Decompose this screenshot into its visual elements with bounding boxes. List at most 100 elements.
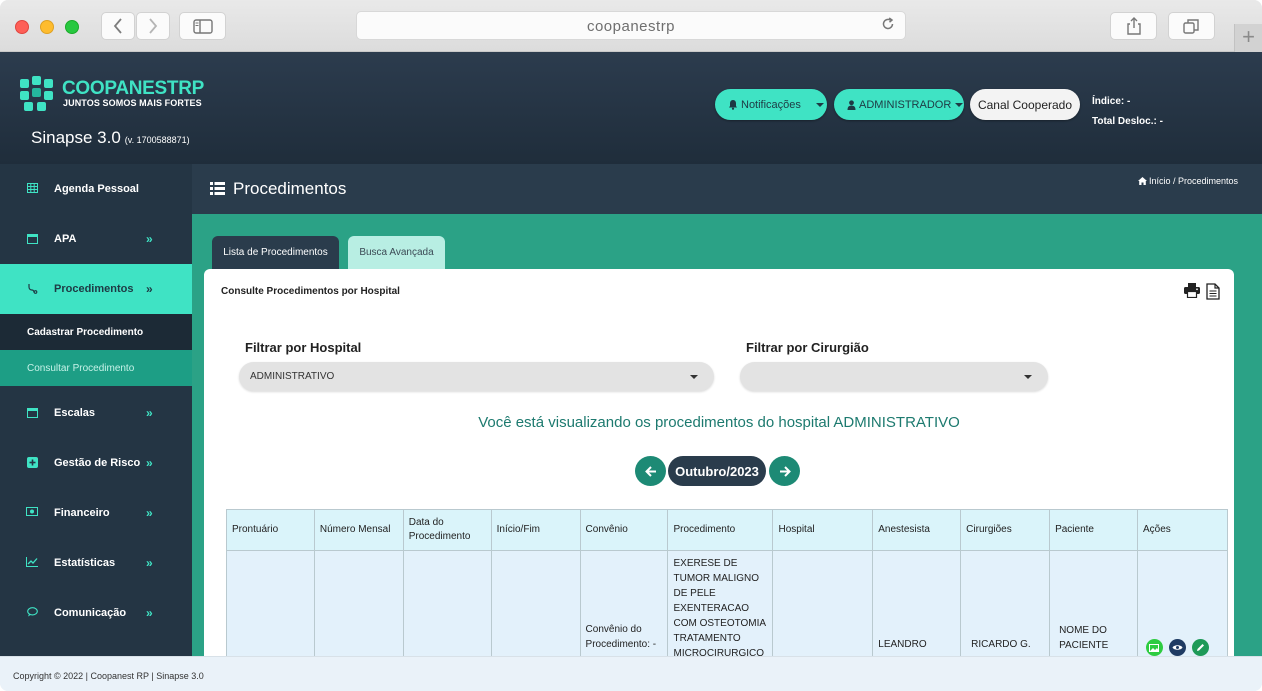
chat-icon (26, 607, 38, 619)
table-row: Convênio do Procedimento: - EXERESE DE T… (226, 550, 1229, 661)
sidebar-item-procedimentos[interactable]: Procedimentos » (0, 264, 192, 314)
tab-busca-avancada[interactable]: Busca Avançada (348, 236, 445, 269)
new-tab-button[interactable]: + (1234, 24, 1262, 52)
coopanest-logo-icon (20, 76, 53, 111)
column-header-hospital[interactable]: Hospital (772, 509, 874, 551)
column-header-convenio[interactable]: Convênio (579, 509, 669, 551)
back-button[interactable] (101, 12, 135, 40)
main-content: Procedimentos Início / Procedimentos Lis… (192, 164, 1262, 664)
eye-icon (1172, 645, 1183, 650)
current-month: Outubro/2023 (668, 456, 766, 486)
print-icon[interactable] (1184, 283, 1200, 298)
pencil-icon (1196, 644, 1204, 651)
column-header-anestesista[interactable]: Anestesista (872, 509, 962, 551)
copyright-text: Copyright © 2022 | Coopanest RP | Sinaps… (13, 671, 204, 681)
sidebar-icon (192, 18, 213, 34)
column-header-paciente[interactable]: Paciente (1049, 509, 1138, 551)
cell-paciente: NOME DO PACIENTE (1049, 550, 1138, 661)
arrow-right-icon (779, 465, 791, 477)
sidebar-subitem-cadastrar-procedimento[interactable]: Cadastrar Procedimento (0, 314, 192, 350)
chevron-double-right-icon: » (146, 506, 153, 520)
filter-cirurgiao-select[interactable] (740, 362, 1048, 391)
image-action-button[interactable] (1145, 639, 1163, 656)
cell-numero-mensal (313, 550, 404, 661)
app-header: COOPANESTRP JUNTOS SOMOS MAIS FORTES Sin… (0, 52, 1262, 164)
chevron-down-icon (690, 375, 698, 379)
chevron-double-right-icon: » (146, 282, 153, 296)
sidebar-toggle-button[interactable] (179, 12, 226, 40)
cell-cirurgioes: RICARDO G. (960, 550, 1051, 661)
tab-lista-de-procedimentos[interactable]: Lista de Procedimentos (212, 236, 339, 269)
chart-line-icon (26, 557, 38, 569)
sidebar-item-gestao-de-risco[interactable]: Gestão de Risco » (0, 438, 192, 488)
url-text: coopanestrp (586, 18, 676, 35)
chevron-double-right-icon: » (146, 406, 153, 420)
canal-cooperado-button[interactable]: Canal Cooperado (970, 89, 1080, 120)
cell-anestesista: LEANDRO (872, 550, 962, 661)
forward-button[interactable] (136, 12, 170, 40)
minimize-window-button[interactable] (40, 20, 54, 34)
chevron-double-right-icon: » (146, 606, 153, 620)
sidebar-item-apa[interactable]: APA » (0, 214, 192, 264)
reload-icon[interactable] (881, 17, 895, 35)
close-window-button[interactable] (15, 20, 29, 34)
procedures-table: Prontuário Número Mensal Data do Procedi… (226, 509, 1229, 661)
browser-window: coopanestrp + COOPANESTRP JUNTOS SOMOS M… (0, 0, 1262, 691)
stethoscope-icon (26, 283, 38, 295)
sidebar-item-escalas[interactable]: Escalas » (0, 388, 192, 438)
column-header-numero-mensal[interactable]: Número Mensal (313, 509, 404, 551)
view-action-button[interactable] (1168, 639, 1186, 656)
column-header-acoes: Ações (1136, 509, 1229, 551)
bell-icon (729, 100, 737, 110)
filter-cirurgiao-label: Filtrar por Cirurgião (746, 340, 869, 355)
app-name: Sinapse 3.0 (v. 1700588871) (31, 128, 190, 147)
column-header-prontuario[interactable]: Prontuário (226, 509, 315, 551)
footer: Copyright © 2022 | Coopanest RP | Sinaps… (0, 656, 1262, 691)
next-month-button[interactable] (769, 456, 800, 486)
address-bar[interactable]: coopanestrp (356, 11, 906, 40)
column-header-data-procedimento[interactable]: Data do Procedimento (402, 509, 492, 551)
brand-tagline: JUNTOS SOMOS MAIS FORTES (63, 98, 202, 108)
sidebar-item-agenda-pessoal[interactable]: Agenda Pessoal (0, 164, 192, 214)
arrow-left-icon (644, 465, 656, 477)
cell-prontuario (226, 550, 315, 661)
index-info: Índice: - Total Desloc.: - (1092, 92, 1163, 132)
cell-procedimento: EXERESE DE TUMOR MALIGNO DE PELE EXENTER… (667, 550, 774, 661)
admin-menu-button[interactable]: ADMINISTRADOR (834, 89, 964, 120)
sidebar: Agenda Pessoal APA » Procedimentos » Cad… (0, 164, 192, 656)
edit-action-button[interactable] (1191, 639, 1209, 656)
chevron-down-icon (815, 102, 824, 107)
calendar-icon (26, 407, 38, 419)
sidebar-subitem-consultar-procedimento[interactable]: Consultar Procedimento (0, 350, 192, 386)
sidebar-item-financeiro[interactable]: Financeiro » (0, 488, 192, 538)
column-header-procedimento[interactable]: Procedimento (667, 509, 774, 551)
document-icon[interactable] (1206, 283, 1220, 300)
viewing-hospital-text: Você está visualizando os procedimentos … (478, 414, 960, 431)
breadcrumb-text[interactable]: Início / Procedimentos (1149, 176, 1238, 186)
chevron-right-icon (149, 18, 158, 34)
cell-hospital (772, 550, 874, 661)
maximize-window-button[interactable] (65, 20, 79, 34)
tabs-icon (1183, 18, 1199, 34)
filter-hospital-select[interactable]: ADMINISTRATIVO (239, 362, 714, 391)
share-button[interactable] (1110, 12, 1157, 40)
money-icon (26, 507, 38, 519)
home-icon (1137, 177, 1147, 185)
total-desloc-label: Total Desloc.: - (1092, 116, 1163, 127)
panel-actions (1184, 283, 1220, 300)
cell-convenio: Convênio do Procedimento: - (579, 550, 669, 661)
month-navigator: Outubro/2023 (635, 456, 800, 486)
sidebar-item-comunicacao[interactable]: Comunicação » (0, 588, 192, 638)
notifications-button[interactable]: Notificações (715, 89, 827, 120)
indice-label: Índice: - (1092, 96, 1131, 107)
column-header-cirurgioes[interactable]: Cirurgiões (960, 509, 1051, 551)
sidebar-item-estatisticas[interactable]: Estatísticas » (0, 538, 192, 588)
breadcrumb: Início / Procedimentos (1137, 176, 1238, 186)
chevron-double-right-icon: » (146, 556, 153, 570)
previous-month-button[interactable] (635, 456, 666, 486)
column-header-inicio-fim[interactable]: Início/Fim (490, 509, 581, 551)
tabs-overview-button[interactable] (1168, 12, 1215, 40)
calendar-icon (26, 233, 38, 245)
user-icon (847, 99, 856, 110)
cell-inicio-fim (490, 550, 581, 661)
